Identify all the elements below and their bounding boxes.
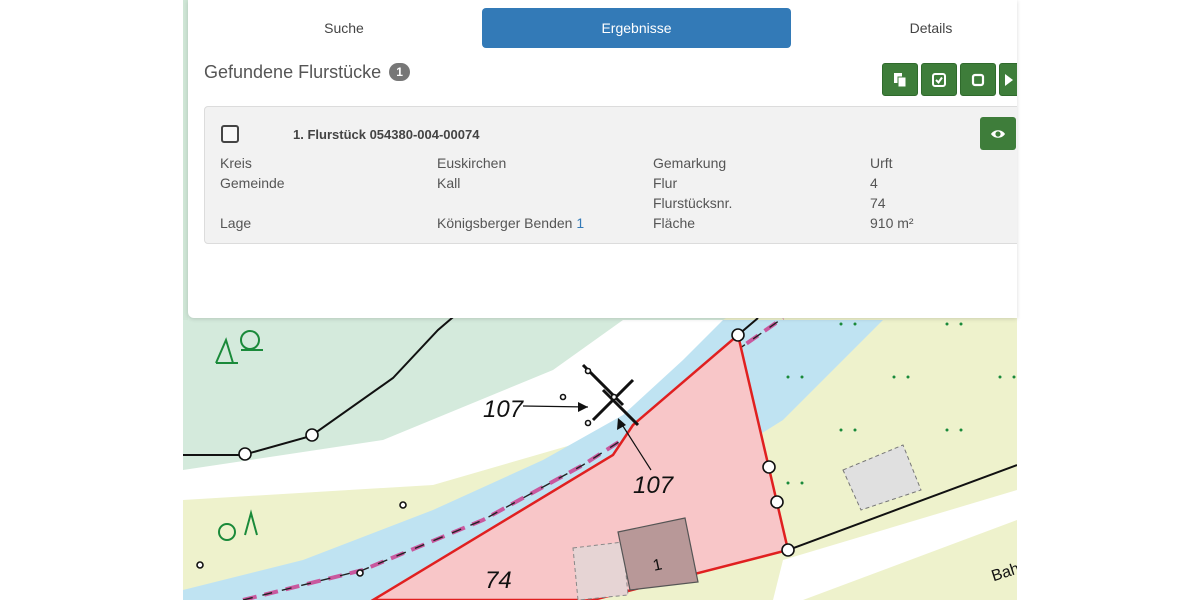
flaeche-label: Fläche <box>653 215 696 231</box>
gemarkung-value: Urft <box>870 155 893 171</box>
boundary-point <box>762 460 776 474</box>
play-button[interactable] <box>999 63 1017 96</box>
copy-button[interactable] <box>882 63 918 96</box>
flaeche-value: 910 m² <box>870 215 914 231</box>
boundary-point <box>196 561 204 569</box>
boundary-point <box>559 393 567 401</box>
results-heading-text: Gefundene Flurstücke <box>204 62 382 82</box>
flurstuecksnr-label: Flurstücksnr. <box>653 195 733 211</box>
parcel-checkbox[interactable] <box>221 125 239 143</box>
parcel-result-card: 1. Flurstück 054380-004-00074 Kreis Eusk… <box>204 106 1017 244</box>
boundary-point <box>584 419 592 427</box>
show-on-map-button[interactable] <box>980 117 1016 150</box>
gemeinde-value: Kall <box>437 175 461 191</box>
play-icon <box>1005 73 1013 86</box>
check-square-icon <box>932 72 946 87</box>
boundary-point <box>584 367 592 375</box>
flur-value: 4 <box>870 175 878 191</box>
flurstuecksnr-value: 74 <box>870 195 886 211</box>
boundary-point <box>770 495 784 509</box>
lage-number-link[interactable]: 1 <box>576 215 584 231</box>
kreis-label: Kreis <box>220 155 252 171</box>
boundary-point <box>356 569 364 577</box>
tab-details[interactable]: Details <box>791 8 1017 48</box>
gemeinde-label: Gemeinde <box>220 175 285 191</box>
results-count-badge: 1 <box>389 63 411 81</box>
tab-search[interactable]: Suche <box>206 8 482 48</box>
gemarkung-label: Gemarkung <box>653 155 727 171</box>
boundary-point <box>305 428 319 442</box>
square-icon <box>971 73 985 86</box>
parcel-title: 1. Flurstück 054380-004-00074 <box>293 127 480 142</box>
map-label-107-b: 107 <box>633 472 675 499</box>
results-heading: Gefundene Flurstücke 1 <box>204 62 411 83</box>
boundary-point <box>610 393 618 401</box>
eye-icon <box>991 129 1005 138</box>
boundary-point <box>731 328 745 342</box>
flur-label: Flur <box>653 175 678 191</box>
copy-icon <box>894 72 907 87</box>
map-label-107-a: 107 <box>483 396 525 423</box>
lage-street: Königsberger Benden <box>437 215 573 231</box>
building-outline <box>572 541 629 600</box>
lage-value: Königsberger Benden 1 <box>437 215 584 231</box>
map-parcel-number: 74 <box>485 567 512 594</box>
boundary-point <box>238 447 252 461</box>
select-all-button[interactable] <box>921 63 957 96</box>
lage-label: Lage <box>220 215 252 231</box>
boundary-point <box>781 543 795 557</box>
deselect-all-button[interactable] <box>960 63 996 96</box>
tab-results[interactable]: Ergebnisse <box>482 8 791 48</box>
search-results-panel: Suche Ergebnisse Details Gefundene Flurs… <box>188 0 1017 318</box>
boundary-point <box>399 501 407 509</box>
kreis-value: Euskirchen <box>437 155 507 171</box>
